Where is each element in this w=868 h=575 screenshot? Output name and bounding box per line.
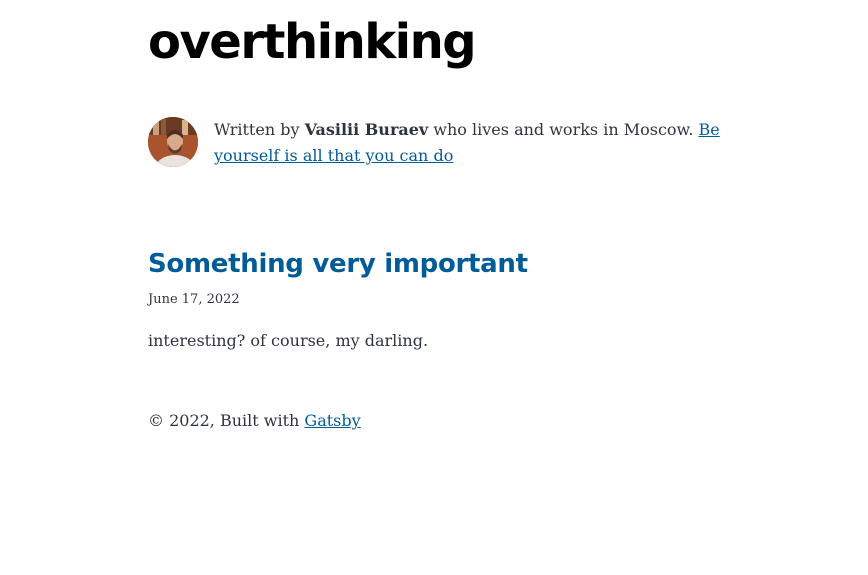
author-bio: Written by Vasilii Buraev who lives and … <box>148 117 788 169</box>
gatsby-link[interactable]: Gatsby <box>304 411 360 430</box>
author-avatar <box>148 117 198 167</box>
post-title-link[interactable]: Something very important <box>148 244 528 284</box>
footer-text: © 2022, Built with <box>148 411 305 430</box>
bio-middle: who lives and works in Moscow. <box>428 120 699 139</box>
page: overthinking Written by Vasilii Buraev w… <box>0 0 868 575</box>
bio-text: Written by Vasilii Buraev who lives and … <box>214 117 788 169</box>
bio-prefix: Written by <box>214 120 305 139</box>
site-title[interactable]: overthinking <box>148 12 477 72</box>
avatar-image <box>148 117 198 167</box>
post-description: interesting? of course, my darling. <box>148 331 429 350</box>
post-date: June 17, 2022 <box>148 292 240 307</box>
footer: © 2022, Built with Gatsby <box>148 409 361 433</box>
author-name: Vasilii Buraev <box>304 120 429 139</box>
